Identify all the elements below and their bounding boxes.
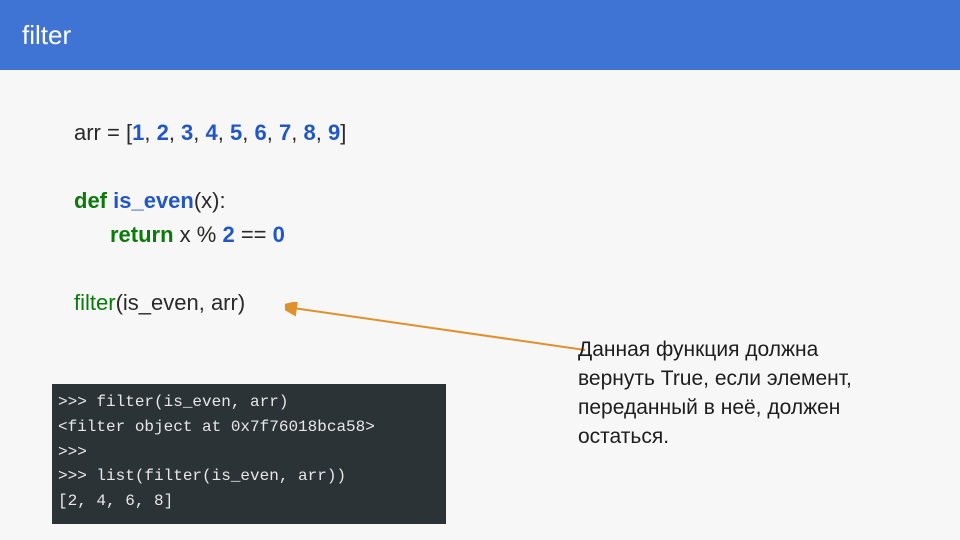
term-line-3: >>> (58, 440, 438, 465)
code-line-def: def is_even(x): (74, 184, 886, 218)
code-line-arr: arr = [1, 2, 3, 4, 5, 6, 7, 8, 9] (74, 116, 886, 150)
explanation-note: Данная функция должна вернуть True, если… (578, 336, 898, 452)
code-line-call: filter(is_even, arr) (74, 286, 886, 320)
code-example: arr = [1, 2, 3, 4, 5, 6, 7, 8, 9] def is… (74, 116, 886, 321)
terminal-output: >>> filter(is_even, arr) <filter object … (52, 384, 446, 524)
code-line-blank1 (74, 150, 886, 184)
term-line-1: >>> filter(is_even, arr) (58, 390, 438, 415)
slide-header: filter (0, 0, 960, 70)
term-line-2: <filter object at 0x7f76018bca58> (58, 415, 438, 440)
term-line-5: [2, 4, 6, 8] (58, 489, 438, 514)
term-line-4: >>> list(filter(is_even, arr)) (58, 464, 438, 489)
code-line-blank2 (74, 252, 886, 286)
slide-content: arr = [1, 2, 3, 4, 5, 6, 7, 8, 9] def is… (0, 70, 960, 321)
slide-title: filter (22, 20, 71, 51)
note-text: Данная функция должна вернуть True, если… (578, 338, 852, 448)
code-line-return: return x % 2 == 0 (74, 218, 886, 252)
